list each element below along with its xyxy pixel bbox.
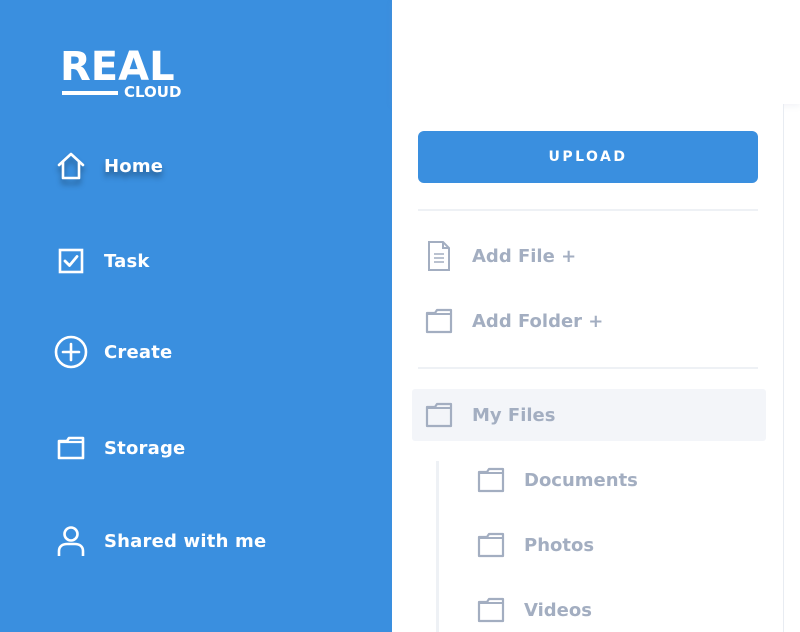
sidebar-item-label: Home: [104, 155, 164, 177]
top-header: [392, 0, 800, 104]
folder-icon: [424, 400, 454, 430]
tree-item-label: My Files: [472, 404, 556, 426]
home-icon: [52, 147, 90, 185]
sidebar-item-shared[interactable]: Shared with me: [52, 521, 266, 561]
brand-logo[interactable]: REAL CLOUD: [60, 46, 184, 102]
sidebar-item-label: Task: [104, 250, 150, 272]
add-file-button[interactable]: Add File +: [424, 236, 576, 276]
folder-icon: [424, 306, 454, 336]
sidebar-item-home[interactable]: Home: [52, 146, 163, 186]
plus-circle-icon: [52, 333, 90, 371]
brand-name: REAL: [60, 44, 175, 90]
sidebar-item-task[interactable]: Task: [52, 241, 150, 281]
sidebar-item-create[interactable]: Create: [52, 332, 172, 372]
upload-button[interactable]: UPLOAD: [418, 131, 758, 183]
brand-underline: [62, 91, 118, 95]
tree-item-my-files[interactable]: My Files: [424, 395, 555, 435]
divider: [418, 367, 758, 369]
tree-item-label: Photos: [524, 534, 595, 556]
divider: [418, 209, 758, 211]
sidebar-item-storage[interactable]: Storage: [52, 428, 185, 468]
folder-icon: [52, 429, 90, 467]
file-panel: UPLOAD Add File + Add Folder + My Files …: [392, 104, 784, 632]
file-icon: [424, 241, 454, 271]
tree-guide-line: [436, 461, 439, 632]
checkbox-icon: [52, 242, 90, 280]
sidebar: REAL CLOUD Home Task Create Storage Shar…: [0, 0, 392, 632]
tree-item-videos[interactable]: Videos: [476, 590, 592, 630]
tree-item-documents[interactable]: Documents: [476, 460, 638, 500]
sidebar-item-label: Shared with me: [104, 530, 267, 552]
brand-subname: CLOUD: [124, 83, 182, 101]
add-folder-button[interactable]: Add Folder +: [424, 301, 603, 341]
add-file-label: Add File +: [472, 245, 577, 267]
user-icon: [52, 522, 90, 560]
sidebar-item-label: Storage: [104, 437, 186, 459]
tree-item-label: Videos: [524, 599, 592, 621]
folder-icon: [476, 530, 506, 560]
add-folder-label: Add Folder +: [472, 310, 604, 332]
tree-item-label: Documents: [524, 469, 638, 491]
folder-icon: [476, 465, 506, 495]
tree-item-photos[interactable]: Photos: [476, 525, 594, 565]
folder-icon: [476, 595, 506, 625]
sidebar-item-label: Create: [104, 341, 173, 363]
